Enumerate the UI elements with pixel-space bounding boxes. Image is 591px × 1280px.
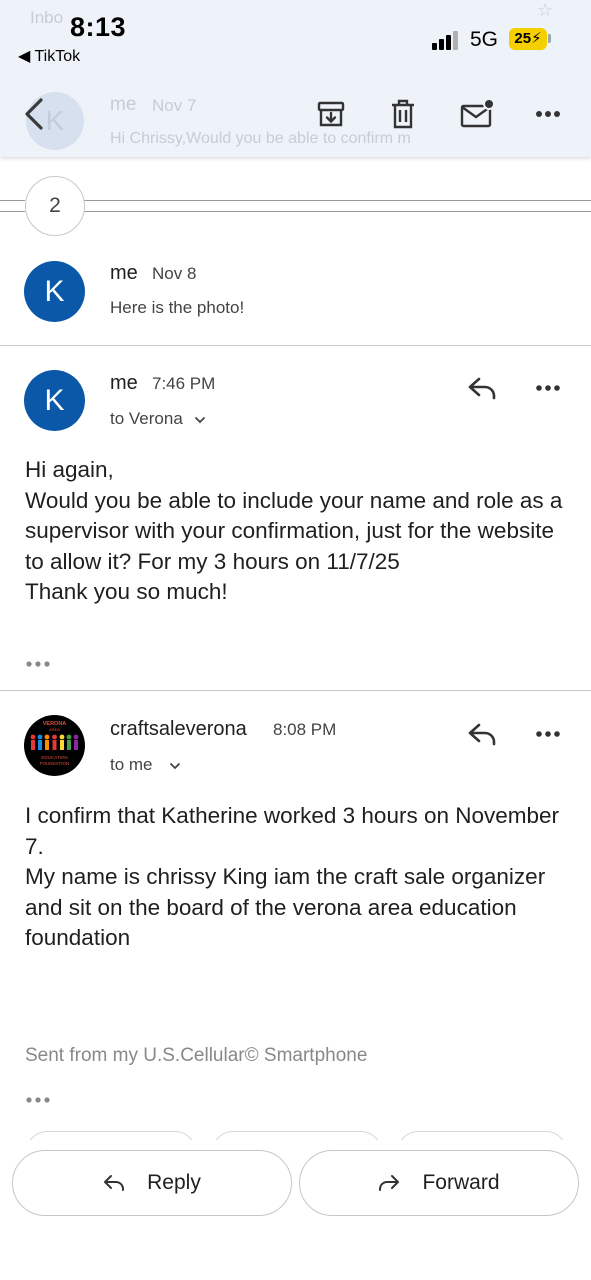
ghost-preview: Hi Chrissy,Would you be able to confirm …	[110, 130, 411, 147]
ghost-star-icon: ☆	[537, 0, 554, 20]
logo-people-figures	[30, 734, 79, 750]
back-arrow-icon[interactable]	[14, 92, 54, 136]
reply-icon[interactable]	[462, 716, 502, 752]
delete-trash-icon[interactable]	[383, 94, 423, 134]
collapsed-line-left-bottom	[0, 211, 25, 212]
email-signature: Sent from my U.S.Cellular© Smartphone	[25, 1045, 368, 1066]
mark-unread-icon[interactable]	[455, 92, 499, 136]
message-body: Hi again, Would you be able to include y…	[25, 455, 570, 608]
message-time: 7:46 PM	[152, 374, 216, 393]
message-divider	[0, 690, 591, 691]
message-more-icon[interactable]	[526, 372, 570, 404]
logo-text-bottom1: EDUCATION	[41, 755, 67, 760]
collapsed-line-right-top	[84, 200, 591, 201]
chevron-down-icon	[194, 416, 205, 423]
recipient-label: to Verona	[110, 409, 183, 428]
body-line: Hi again,	[25, 457, 114, 482]
ghost-sender: me	[110, 94, 137, 115]
top-app-bar: Inbo ☆ 8:13 ◀ TikTok 5G 25⚡ K me Nov 7 H…	[0, 0, 591, 157]
sender-name: craftsaleverona	[110, 718, 247, 740]
logo-text-mid: AREA	[49, 727, 60, 732]
recipient-toggle[interactable]: to me	[110, 755, 181, 775]
collapsed-line-left-top	[0, 200, 25, 201]
chevron-down-icon	[170, 762, 181, 769]
back-to-app-link[interactable]: ◀ TikTok	[18, 46, 80, 66]
more-options-icon[interactable]	[526, 96, 570, 132]
message-body: I confirm that Katherine worked 3 hours …	[25, 801, 570, 954]
network-type: 5G	[470, 28, 499, 51]
reply-icon	[104, 1175, 125, 1191]
sender-logo-avatar: VERONA AREA EDUCATION FOUNDATION	[24, 715, 85, 776]
forward-icon	[379, 1175, 400, 1191]
body-line: Thank you so much!	[25, 579, 228, 604]
message-time: Nov 8	[152, 264, 197, 283]
show-trimmed-content-icon[interactable]	[25, 1084, 51, 1110]
archive-icon[interactable]	[311, 94, 351, 134]
battery-indicator: 25⚡	[509, 28, 547, 50]
message-collapsed-nov8[interactable]: K me Nov 8 Here is the photo!	[0, 240, 591, 344]
collapsed-line-right-bottom	[84, 211, 591, 212]
message-more-icon[interactable]	[526, 718, 570, 750]
recipient-toggle[interactable]: to Verona	[110, 409, 206, 429]
body-line: I confirm that Katherine worked 3 hours …	[25, 803, 560, 859]
reply-label: Reply	[147, 1171, 201, 1194]
show-trimmed-content-icon[interactable]	[25, 648, 51, 674]
ghost-inbox-label: Inbo	[30, 8, 64, 27]
signal-icon	[432, 30, 460, 55]
sender-name: me	[110, 372, 138, 394]
avatar: K	[24, 261, 85, 322]
recipient-label: to me	[110, 755, 153, 774]
message-divider	[0, 345, 591, 346]
message-snippet: Here is the photo!	[110, 298, 245, 317]
reply-button[interactable]: Reply	[12, 1150, 292, 1216]
ghost-date: Nov 7	[152, 96, 197, 115]
sender-name: me	[110, 262, 138, 284]
collapsed-messages-count[interactable]: 2	[25, 176, 85, 236]
body-line: Would you be able to include your name a…	[25, 487, 563, 574]
reply-icon[interactable]	[462, 370, 502, 406]
logo-text-bottom2: FOUNDATION	[40, 761, 69, 766]
battery-tip	[548, 34, 551, 43]
body-line: My name is chrissy King iam the craft sa…	[25, 864, 546, 950]
avatar: K	[24, 370, 85, 431]
forward-label: Forward	[422, 1171, 500, 1194]
status-time: 8:13	[70, 12, 127, 42]
forward-button[interactable]: Forward	[299, 1150, 579, 1216]
message-time: 8:08 PM	[273, 720, 337, 739]
